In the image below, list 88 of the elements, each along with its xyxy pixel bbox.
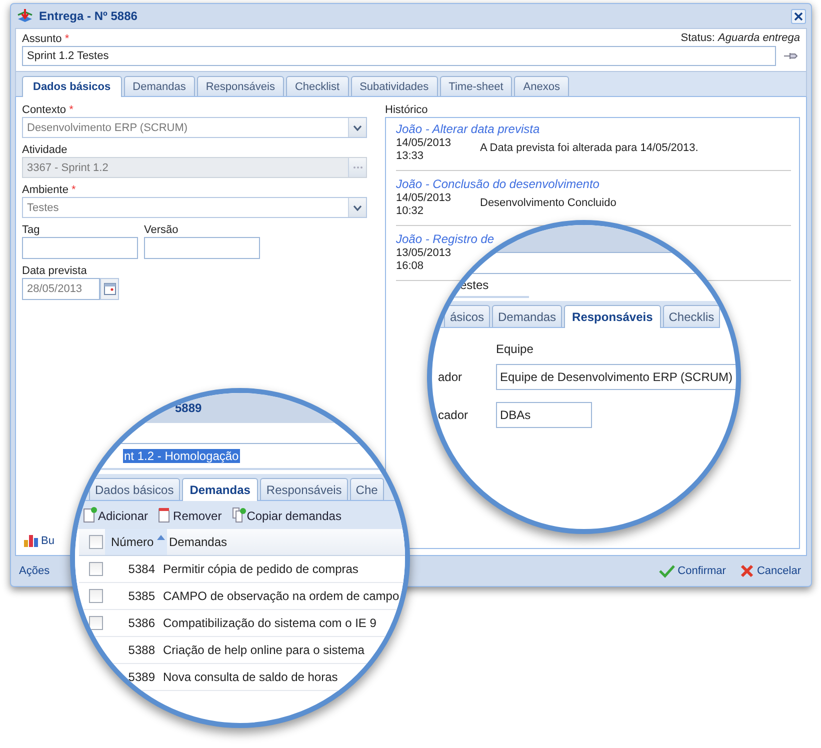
tab[interactable]: Responsáveis — [260, 478, 348, 500]
field-label: ador — [437, 370, 464, 384]
confirm-button[interactable]: Confirmar — [656, 562, 728, 580]
table-cell-text: 5385 — [127, 589, 156, 603]
table-cell-text: CAMPO de observação na ordem de campo — [162, 589, 400, 603]
tab[interactable]: Demandas — [492, 305, 562, 327]
actions-menu[interactable]: Ações — [19, 565, 50, 577]
field-label: Data prevista — [22, 264, 88, 278]
pin-icon — [783, 52, 799, 60]
table-cell-text: Nova consulta de saldo de horas — [162, 670, 338, 684]
tab[interactable]: Checklist — [286, 76, 349, 96]
document-icon — [158, 507, 172, 523]
subject-field[interactable]: Sprint 1.2 Testes — [22, 46, 776, 66]
table-cell-text: 5386 — [127, 616, 156, 630]
add-button[interactable]: Adicionar — [81, 505, 150, 525]
table-cell-text: 5389 — [127, 670, 156, 684]
table-cell-text: 5384 — [127, 562, 156, 576]
calendar-icon — [104, 283, 116, 295]
field-label: Contexto * — [22, 103, 74, 117]
chart-button[interactable]: Bu — [22, 532, 56, 549]
tab[interactable]: Demandas — [124, 76, 195, 96]
tab[interactable]: Che — [350, 478, 384, 500]
checkmark-icon — [658, 564, 675, 578]
subject-field[interactable]: nt 1.2 - Homologação — [75, 444, 405, 470]
text-field[interactable]: Equipe de Desenvolvimento ERP (SCRUM) — [496, 364, 736, 390]
window-title: Entrega - Nº 5886 — [39, 9, 138, 23]
window-title: 5889 — [175, 401, 202, 415]
field-label: Ambiente * — [22, 183, 77, 197]
dropdown-caret-icon — [353, 204, 362, 210]
column-header[interactable]: Número — [105, 529, 167, 555]
history-entry-title[interactable]: João - Conclusão do desenvolvimento — [396, 177, 600, 192]
cancel-button[interactable]: Cancelar — [738, 562, 803, 580]
copy-button[interactable]: Copiar demandas — [230, 505, 344, 525]
history-date: 14/05/2013 — [396, 137, 452, 150]
checkbox[interactable] — [89, 535, 103, 549]
selected-text: nt 1.2 - Homologação — [123, 449, 240, 463]
tab[interactable]: Dados básicos — [89, 478, 180, 500]
tab[interactable]: Time-sheet — [440, 76, 512, 96]
cross-icon — [740, 564, 754, 578]
tab[interactable]: Demandas — [182, 478, 258, 501]
document-icon — [83, 507, 97, 523]
history-time: 13:33 — [396, 150, 424, 163]
table-cell-text: 5388 — [127, 643, 156, 657]
close-button[interactable] — [791, 8, 806, 24]
field-label: Assunto * — [22, 32, 70, 46]
history-message: A Data prevista foi alterada para 14/05/2013. — [480, 141, 698, 154]
status-text: Status: Aguarda entrega — [680, 32, 800, 46]
history-time: 10:32 — [396, 205, 424, 218]
tab[interactable]: ásicos — [444, 305, 490, 327]
text-field[interactable] — [144, 237, 260, 259]
history-message: Desenvolvimento Concluido — [480, 196, 616, 209]
field-label: Atividade — [22, 143, 68, 157]
dropdown-field[interactable]: Desenvolvimento ERP (SCRUM) — [22, 117, 367, 138]
history-time: 16:08 — [396, 260, 424, 273]
tab[interactable]: Checklis — [662, 305, 720, 327]
tab[interactable]: Dados básicos — [22, 76, 122, 97]
date-field[interactable]: 28/05/2013 — [22, 278, 100, 300]
tab[interactable]: Subatividades — [350, 76, 438, 96]
column-header[interactable]: Demandas — [167, 535, 228, 549]
history-date: 13/05/2013 — [396, 247, 452, 260]
sort-ascending-icon — [157, 535, 165, 540]
checkbox[interactable] — [89, 562, 103, 576]
close-icon — [794, 12, 803, 20]
tab[interactable]: Anexos — [514, 76, 569, 96]
checkbox[interactable] — [89, 616, 103, 630]
bar-chart-icon — [24, 534, 38, 547]
remove-button[interactable]: Remover — [156, 505, 224, 525]
field-label: Versão — [144, 223, 180, 237]
table-cell-text: Criação de help online para o sistema — [162, 643, 364, 657]
text-field[interactable] — [22, 237, 138, 259]
dropdown-field[interactable]: Testes — [22, 197, 367, 218]
history-entry-title[interactable]: João - Alterar data prevista — [396, 122, 540, 137]
tab[interactable]: Responsáveis — [564, 305, 661, 328]
section-label: Histórico — [385, 103, 429, 117]
dropdown-caret-icon — [353, 124, 362, 130]
document-icon — [232, 507, 246, 523]
table-cell-text: Permitir cópia de pedido de compras — [162, 562, 358, 576]
history-entry-title[interactable]: João - Registro de — [396, 232, 494, 247]
tab[interactable]: Responsáveis — [196, 76, 284, 96]
table-cell-text: Compatibilização do sistema com o IE 9 — [162, 616, 376, 630]
column-label: Equipe — [496, 342, 534, 356]
stacked-layers-icon — [17, 8, 33, 24]
history-date: 14/05/2013 — [396, 192, 452, 205]
ellipsis-icon — [352, 166, 362, 169]
field-label: cador — [437, 408, 470, 422]
field-label: Tag — [22, 223, 41, 237]
text-field[interactable]: DBAs — [496, 402, 592, 428]
checkbox[interactable] — [89, 589, 103, 603]
